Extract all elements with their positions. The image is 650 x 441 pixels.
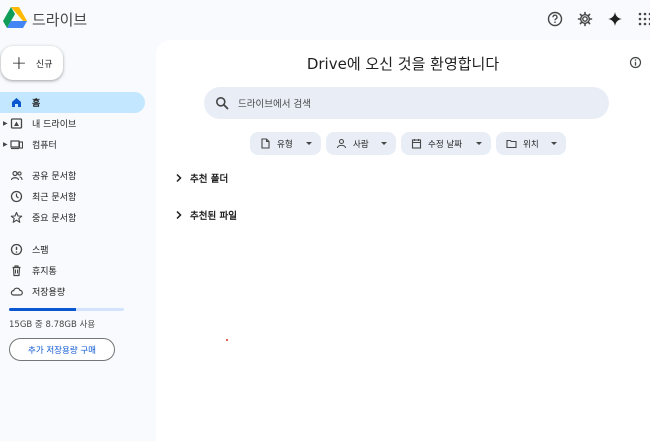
gemini-sparkle-icon[interactable] — [605, 9, 625, 29]
shared-icon — [10, 170, 23, 181]
filter-chip-label: 위치 — [523, 139, 539, 150]
expand-caret-icon[interactable]: ▶ — [3, 141, 8, 148]
sidebar-item-label: 스팸 — [32, 246, 49, 256]
file-icon — [261, 138, 270, 149]
sidebar-item-label: 공유 문서함 — [32, 172, 77, 182]
clock-icon — [10, 190, 23, 203]
sidebar-item-label: 휴지통 — [32, 267, 57, 277]
star-icon — [10, 211, 23, 223]
suggested-files-section[interactable]: 추천된 파일 — [174, 208, 237, 222]
settings-gear-icon[interactable] — [575, 9, 595, 29]
sidebar-item-label: 내 드라이브 — [32, 120, 77, 130]
new-button[interactable]: + 신규 — [1, 46, 63, 80]
calendar-icon — [411, 139, 422, 149]
cursor-dot — [226, 339, 228, 341]
help-icon[interactable] — [545, 9, 565, 29]
sidebar-item-recent[interactable]: 최근 문서함 — [0, 186, 145, 207]
section-title: 추천된 파일 — [190, 211, 238, 222]
sidebar-item-label: 홈 — [32, 99, 41, 109]
dropdown-arrow-icon — [306, 142, 312, 145]
filter-chip-modified[interactable]: 수정 날짜 — [401, 132, 491, 155]
sidebar-item-computers[interactable]: ▶ 컴퓨터 — [0, 134, 145, 155]
filter-chip-label: 사람 — [353, 139, 369, 150]
computers-icon — [10, 140, 23, 150]
spam-icon — [10, 243, 23, 256]
storage-progress-bar — [9, 308, 124, 311]
dropdown-arrow-icon — [551, 142, 557, 145]
main-panel: Drive에 오신 것을 환영합니다 드라이브에서 검색 유형 사람 수정 날짜… — [156, 40, 650, 441]
filter-chip-type[interactable]: 유형 — [250, 132, 321, 155]
storage-progress-fill — [9, 308, 77, 311]
plus-icon: + — [11, 51, 27, 74]
filter-chip-label: 수정 날짜 — [428, 139, 462, 150]
person-icon — [336, 138, 347, 149]
filter-chip-location[interactable]: 위치 — [496, 132, 566, 155]
expand-caret-icon[interactable]: ▶ — [3, 120, 8, 127]
storage-usage-text: 15GB 중 8.78GB 사용 — [9, 320, 96, 330]
sidebar-item-label: 컴퓨터 — [32, 141, 57, 151]
trash-icon — [12, 265, 21, 277]
sidebar-item-my-drive[interactable]: ▶ 내 드라이브 — [0, 113, 145, 134]
sidebar-item-spam[interactable]: 스팸 — [0, 239, 145, 260]
folder-icon — [506, 139, 517, 149]
sidebar-item-starred[interactable]: 중요 문서함 — [0, 207, 145, 228]
sidebar-item-storage[interactable]: 저장용량 — [0, 281, 145, 302]
filter-chip-label: 유형 — [277, 139, 293, 150]
cloud-icon — [10, 287, 23, 296]
app-name: 드라이브 — [32, 11, 88, 29]
sidebar-item-label: 중요 문서함 — [32, 214, 77, 224]
sidebar-item-label: 최근 문서함 — [32, 193, 77, 203]
top-bar: 드라이브 — [0, 0, 650, 40]
suggested-folders-section[interactable]: 추천 폴더 — [174, 171, 228, 185]
search-bar[interactable]: 드라이브에서 검색 — [204, 87, 609, 119]
my-drive-icon — [10, 118, 23, 129]
apps-grid-icon[interactable] — [635, 9, 650, 29]
chevron-right-icon[interactable] — [174, 210, 184, 220]
section-title: 추천 폴더 — [190, 174, 229, 185]
search-icon[interactable] — [215, 96, 229, 110]
buy-storage-button[interactable]: 추가 저장용량 구매 — [9, 338, 115, 361]
chevron-right-icon[interactable] — [174, 173, 184, 183]
search-input[interactable]: 드라이브에서 검색 — [238, 96, 311, 110]
dropdown-arrow-icon — [381, 142, 387, 145]
info-icon[interactable] — [629, 56, 642, 69]
new-button-label: 신규 — [35, 59, 53, 70]
sidebar-item-home[interactable]: 홈 — [0, 92, 145, 113]
page-title: Drive에 오신 것을 환영합니다 — [306, 55, 500, 73]
sidebar-item-trash[interactable]: 휴지통 — [0, 260, 145, 281]
sidebar-item-label: 저장용량 — [32, 288, 66, 298]
filter-chip-people[interactable]: 사람 — [326, 132, 396, 155]
drive-logo[interactable] — [3, 7, 27, 28]
home-icon — [12, 98, 21, 107]
sidebar-item-shared[interactable]: 공유 문서함 — [0, 165, 145, 186]
dropdown-arrow-icon — [476, 142, 482, 145]
